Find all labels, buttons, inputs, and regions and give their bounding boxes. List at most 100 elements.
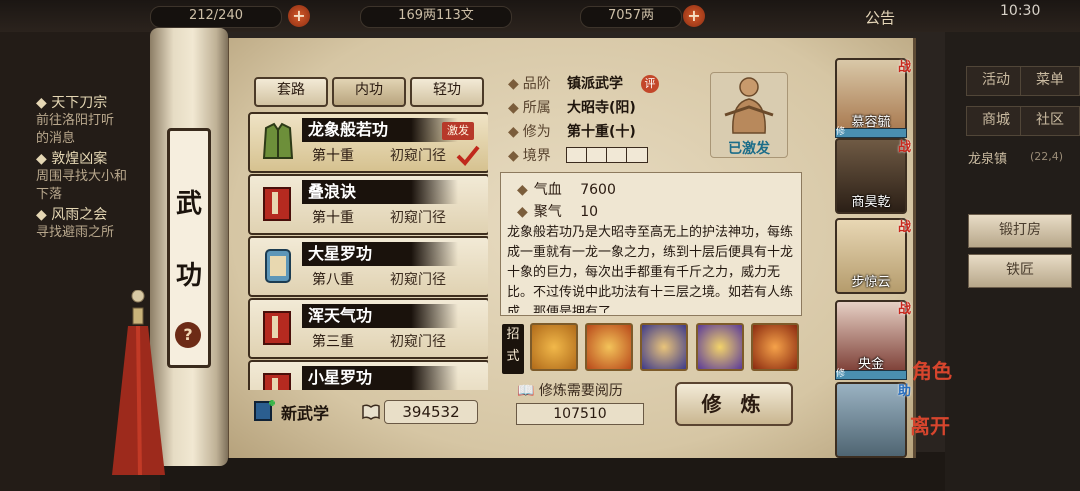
character-card[interactable]: 战 步惊云 [835, 218, 911, 294]
vest-icon [262, 122, 294, 159]
move-icon[interactable] [696, 323, 744, 371]
character-card[interactable]: 战 慕容毓 修 [835, 58, 911, 138]
quest-item[interactable]: ◆ 天下刀宗 前往洛阳打听 的消息 [36, 94, 114, 148]
red-book-icon [263, 311, 291, 345]
train-button[interactable]: 修 炼 [675, 382, 793, 426]
shop-button[interactable]: 商城 [966, 106, 1026, 136]
title-char: 功 [175, 261, 202, 291]
new-skill-label: 新武学 [281, 404, 330, 423]
clock: 10:30 [1000, 3, 1041, 19]
gold-display: 7057两 [580, 6, 682, 28]
sect-label: ◆ 所属 [508, 100, 551, 116]
skill-name: 浑天气功 [302, 304, 458, 328]
title-char: 武 [175, 189, 202, 219]
sect-value: 大昭寺(阳) [567, 100, 636, 116]
realm-label: ◆ 境界 [508, 148, 551, 164]
community-button[interactable]: 社区 [1020, 106, 1080, 136]
new-book-icon [254, 400, 275, 421]
announce-button[interactable]: 公告 [865, 7, 895, 28]
review-badge[interactable]: 评 [641, 75, 659, 93]
tassel-decoration [112, 290, 165, 475]
cultivate-bar: 修 [835, 370, 907, 380]
move-icon[interactable] [585, 323, 633, 371]
silver-display: 169两113文 [360, 6, 512, 28]
skill-card-selected[interactable]: 龙象般若功 激发 第十重 初窥门径 [248, 112, 488, 173]
new-skill-button[interactable]: 新武学 [253, 398, 373, 424]
character-column: 战 慕容毓 修 战 商昊乾 战 步惊云 战 央金 修 助 [830, 50, 911, 460]
battle-mark: 战 [897, 302, 911, 317]
qi-stat: ◆ 聚气 10 [517, 204, 599, 220]
quest-item[interactable]: ◆ 风雨之会 寻找避雨之所 [36, 206, 114, 242]
character-card[interactable]: 战 商昊乾 [835, 138, 911, 214]
skill-list: 龙象般若功 激发 第十重 初窥门径 叠浪诀 第十重 初窥门径 大星罗功 第八重 … [248, 112, 488, 390]
leave-button[interactable]: 离开 [910, 410, 950, 439]
level-label: ◆ 修为 [508, 124, 551, 140]
cultivate-bar: 修 [835, 128, 907, 138]
realm-box [586, 147, 608, 163]
red-book-icon [263, 187, 291, 221]
skill-book-count: 394532 [384, 400, 478, 424]
location-name: 龙泉镇 [968, 152, 1008, 167]
role-button[interactable]: 角色 [912, 355, 952, 384]
menu-button[interactable]: 菜单 [1020, 66, 1080, 96]
skill-detail-box: ◆ 气血 7600 ◆ 聚气 10 龙象般若功乃是大昭寺至高无上的护法神功，每练成一… [500, 172, 802, 316]
add-gold-button[interactable]: + [683, 5, 705, 27]
skill-level: 第三重 [312, 334, 354, 350]
skill-name: 叠浪诀 [302, 180, 458, 204]
activated-label: 已激发 [728, 141, 770, 157]
battle-mark: 战 [897, 140, 911, 155]
train-requirement-value: 107510 [516, 403, 644, 425]
move-icon[interactable] [751, 323, 799, 371]
skill-rank: 初窥门径 [390, 148, 446, 164]
skill-level: 第十重 [312, 210, 354, 226]
forge-button[interactable]: 锻打房 [968, 214, 1072, 248]
skill-name: 大星罗功 [302, 242, 458, 266]
realm-box [626, 147, 648, 163]
realm-box [606, 147, 628, 163]
open-book-icon [362, 404, 380, 420]
skill-name: 小星罗功 [302, 366, 458, 390]
move-icon[interactable] [530, 323, 578, 371]
add-stamina-button[interactable]: + [288, 5, 310, 27]
character-card[interactable]: 助 [835, 382, 911, 458]
monk-figure-icon [724, 77, 774, 134]
tab-light-skills[interactable]: 轻功 [410, 77, 484, 107]
tab-inner-skills[interactable]: 内功 [332, 77, 406, 107]
skill-card[interactable]: 小星罗功 [248, 360, 488, 390]
realm-box [566, 147, 588, 163]
skill-card[interactable]: 浑天气功 第三重 初窥门径 [248, 298, 488, 359]
skill-rank: 初窥门径 [390, 210, 446, 226]
skill-description: 龙象般若功乃是大昭寺至高无上的护法神功，每练成一重就有一龙一象之力，练到十层后便… [507, 225, 794, 313]
hp-stat: ◆ 气血 7600 [517, 182, 616, 198]
skill-rank: 初窥门径 [390, 334, 446, 350]
train-requirement: 📖 修炼需要阅历 [517, 383, 623, 399]
skill-level: 第八重 [312, 272, 354, 288]
location-coords: (22,4) [1030, 150, 1064, 163]
grade-label: ◆ 品阶 [508, 76, 551, 92]
quest-item[interactable]: ◆ 敦煌凶案 周围寻找大小和 下落 [36, 150, 127, 204]
move-icon[interactable] [640, 323, 688, 371]
assist-mark: 助 [897, 384, 911, 399]
scroll-icon [265, 249, 291, 283]
checkmark-icon [456, 145, 480, 166]
smith-button[interactable]: 铁匠 [968, 254, 1072, 288]
skill-name: 龙象般若功 [302, 118, 458, 142]
level-value: 第十重(十) [567, 124, 636, 140]
skill-card[interactable]: 大星罗功 第八重 初窥门径 [248, 236, 488, 297]
character-name: 步惊云 [851, 275, 891, 290]
activity-button[interactable]: 活动 [966, 66, 1026, 96]
book-icon: 📖 [517, 383, 535, 399]
moves-label: 招式 [502, 324, 524, 374]
character-name: 商昊乾 [851, 195, 891, 210]
tab-routines[interactable]: 套路 [254, 77, 328, 107]
stamina-display: 212/240 [150, 6, 282, 28]
character-card[interactable]: 战 央金 修 [835, 300, 911, 380]
red-book-icon [263, 373, 291, 390]
battle-mark: 战 [897, 60, 911, 75]
grade-value: 镇派武学 [567, 76, 623, 92]
activated-badge: 激发 [442, 122, 474, 140]
skill-card[interactable]: 叠浪诀 第十重 初窥门径 [248, 174, 488, 235]
skill-level: 第十重 [312, 148, 354, 164]
skill-rank: 初窥门径 [390, 272, 446, 288]
battle-mark: 战 [897, 220, 911, 235]
